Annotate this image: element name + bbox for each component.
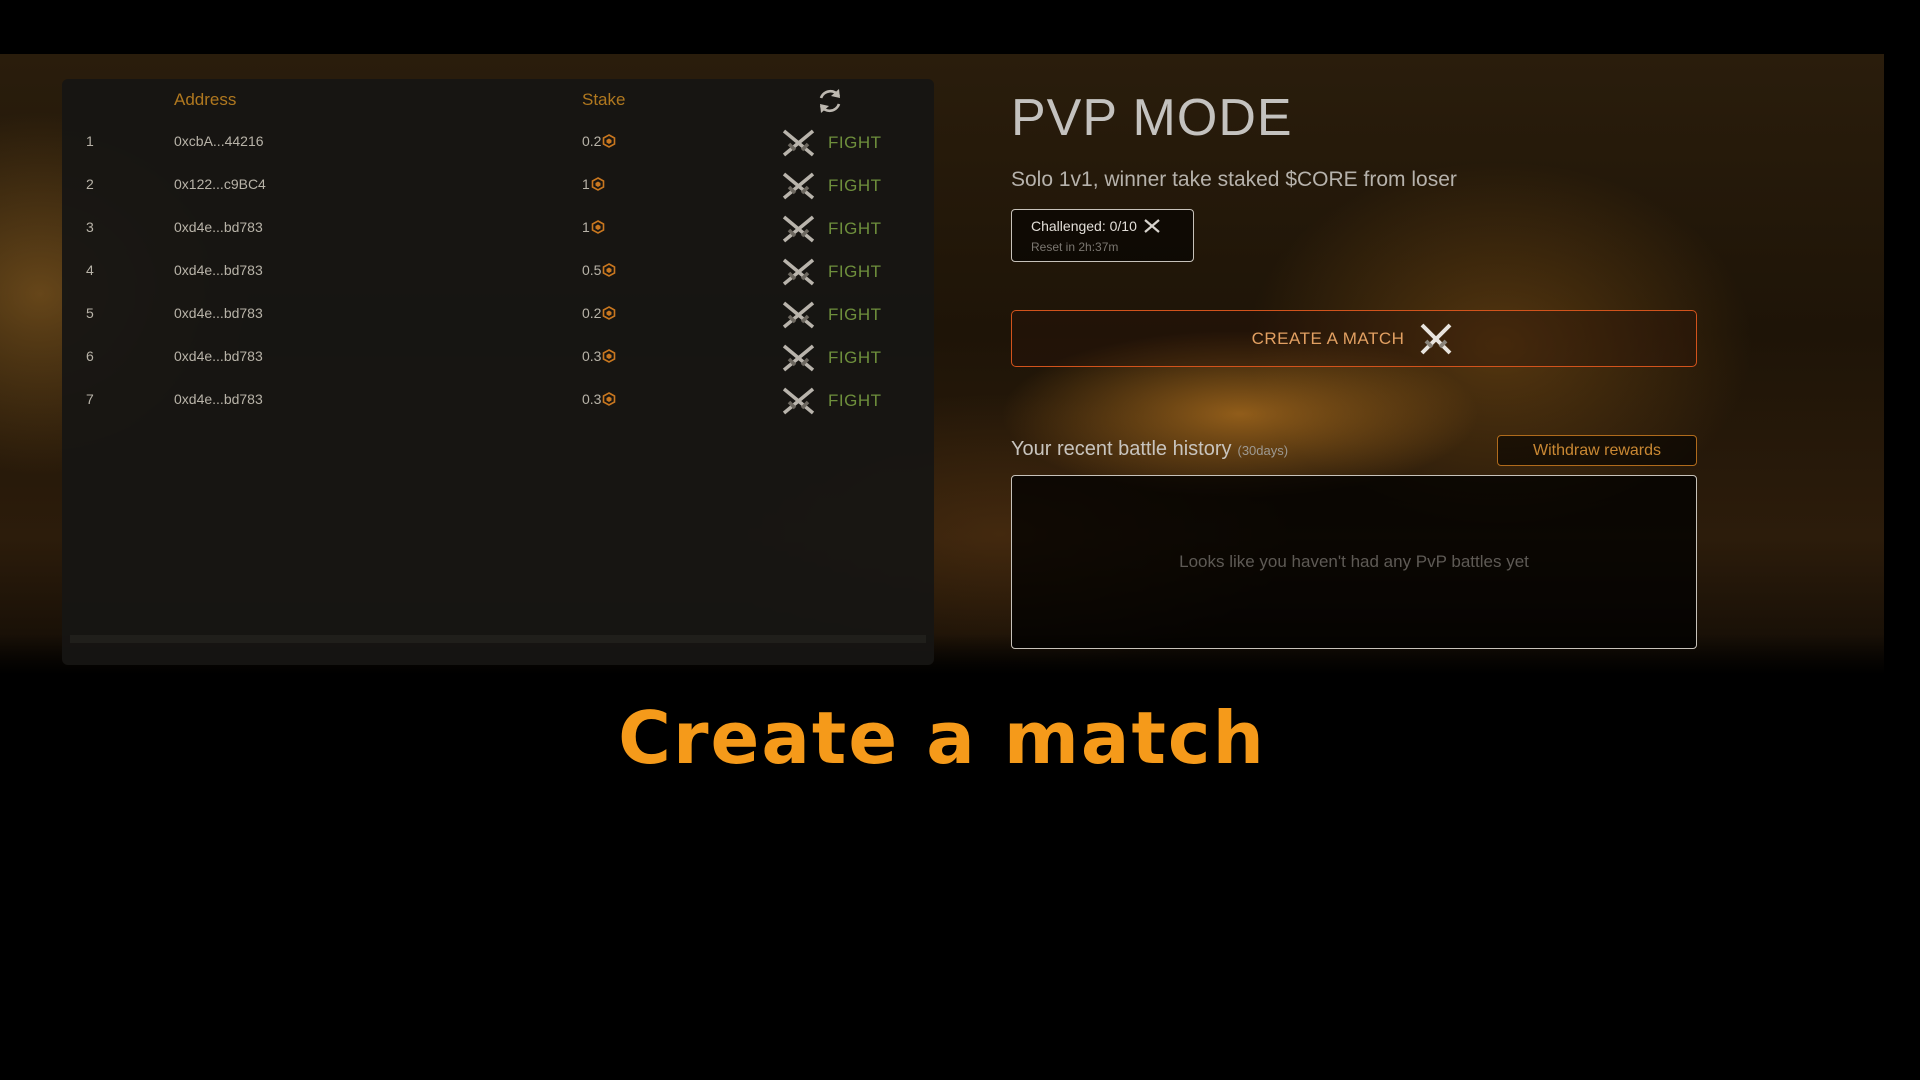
stake-value: 1 [582, 176, 590, 192]
player-address: 0xd4e...bd783 [174, 348, 263, 364]
crossed-swords-icon [1144, 219, 1160, 233]
stake-value: 0.2 [582, 305, 602, 321]
fight-label: FIGHT [828, 176, 882, 195]
player-address: 0xd4e...bd783 [174, 391, 263, 407]
player-address: 0xcbA...44216 [174, 133, 264, 149]
stake-value: 0.3 [582, 391, 602, 407]
fight-button[interactable]: FIGHT [780, 125, 882, 161]
fight-button[interactable]: FIGHT [780, 168, 882, 204]
mode-description: Solo 1v1, winner take staked $CORE from … [1011, 168, 1457, 191]
fight-button[interactable]: FIGHT [780, 340, 882, 376]
crossed-swords-icon [782, 344, 815, 372]
create-match-label: CREATE A MATCH [1251, 328, 1405, 348]
stake-amount: 0.3 [582, 348, 616, 364]
core-coin-icon [603, 263, 616, 277]
stake-value: 0.3 [582, 348, 602, 364]
stake-amount: 0.2 [582, 133, 616, 149]
fight-label: FIGHT [828, 262, 882, 281]
empty-history-message: Looks like you haven't had any PvP battl… [1179, 552, 1529, 571]
player-address: 0xd4e...bd783 [174, 262, 263, 278]
history-range: (30days) [1237, 443, 1289, 458]
video-caption: Create a match [618, 696, 1266, 780]
fight-button[interactable]: FIGHT [780, 297, 882, 333]
row-index: 5 [86, 305, 94, 321]
battle-history-label: Your recent battle history [1011, 438, 1232, 460]
table-row: 2 0x122...c9BC4 1 FIGHT [62, 168, 934, 204]
crossed-swords-icon [782, 129, 815, 157]
table-footer-bar [70, 635, 926, 643]
withdraw-rewards-button[interactable]: Withdraw rewards [1497, 435, 1697, 466]
stake-value: 0.5 [582, 262, 602, 278]
crossed-swords-icon [782, 258, 815, 286]
player-address: 0x122...c9BC4 [174, 176, 266, 192]
crossed-swords-icon [782, 301, 815, 329]
page-title: PVP MODE [1011, 89, 1293, 147]
row-index: 6 [86, 348, 94, 364]
fight-label: FIGHT [828, 219, 882, 238]
battle-history-list: Looks like you haven't had any PvP battl… [1011, 475, 1697, 649]
row-index: 1 [86, 133, 94, 149]
fight-button[interactable]: FIGHT [780, 211, 882, 247]
challenge-counter: Challenged: 0/10 Reset in 2h:37m [1011, 209, 1194, 262]
player-address: 0xd4e...bd783 [174, 219, 263, 235]
table-row: 6 0xd4e...bd783 0.3 FIGHT [62, 340, 934, 376]
stake-value: 1 [582, 219, 590, 235]
core-coin-icon [591, 220, 605, 234]
crossed-swords-icon [782, 172, 815, 200]
row-index: 7 [86, 391, 94, 407]
core-coin-icon [603, 134, 616, 148]
fight-label: FIGHT [828, 348, 882, 367]
row-index: 3 [86, 219, 94, 235]
core-coin-icon [603, 349, 616, 363]
table-row: 7 0xd4e...bd783 0.3 FIGHT [62, 383, 934, 419]
fight-label: FIGHT [828, 391, 882, 410]
table-row: 4 0xd4e...bd783 0.5 FIGHT [62, 254, 934, 290]
core-coin-icon [603, 306, 616, 320]
challenged-count: Challenged: 0/10 [1031, 218, 1137, 234]
row-index: 4 [86, 262, 94, 278]
crossed-swords-icon [1420, 323, 1452, 354]
fight-button[interactable]: FIGHT [780, 254, 882, 290]
address-column-header: Address [174, 90, 237, 109]
battle-history-heading: Your recent battle history (30days) [1011, 438, 1288, 461]
crossed-swords-icon [782, 387, 815, 415]
stake-value: 0.2 [582, 133, 602, 149]
stake-amount: 1 [582, 219, 605, 235]
stake-amount: 0.2 [582, 305, 616, 321]
crossed-swords-icon [782, 215, 815, 243]
fight-button[interactable]: FIGHT [780, 383, 882, 419]
stake-amount: 1 [582, 176, 605, 192]
refresh-icon[interactable] [815, 86, 845, 116]
stake-amount: 0.5 [582, 262, 616, 278]
fight-label: FIGHT [828, 305, 882, 324]
row-index: 2 [86, 176, 94, 192]
create-match-button[interactable]: CREATE A MATCH [1011, 310, 1697, 367]
table-row: 5 0xd4e...bd783 0.2 FIGHT [62, 297, 934, 333]
player-address: 0xd4e...bd783 [174, 305, 263, 321]
table-row: 1 0xcbA...44216 0.2 FIGHT [62, 125, 934, 161]
core-coin-icon [603, 392, 616, 406]
table-row: 3 0xd4e...bd783 1 FIGHT [62, 211, 934, 247]
core-coin-icon [591, 177, 605, 191]
fight-label: FIGHT [828, 133, 882, 152]
stake-column-header: Stake [582, 90, 626, 109]
stake-amount: 0.3 [582, 391, 616, 407]
reset-timer: Reset in 2h:37m [1031, 240, 1119, 254]
